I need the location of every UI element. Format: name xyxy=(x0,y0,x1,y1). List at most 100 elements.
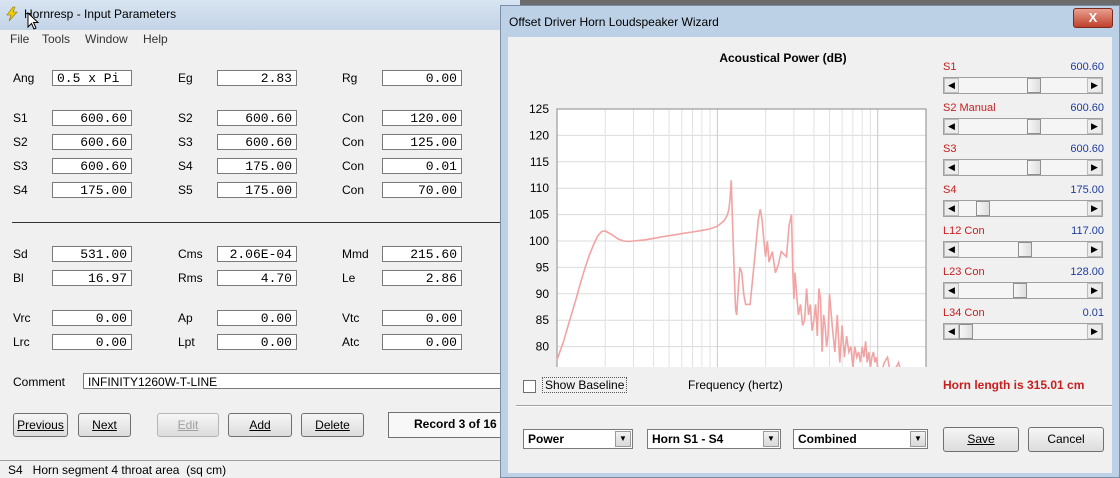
chart-title: Acoustical Power (dB) xyxy=(719,51,847,65)
param-field[interactable]: 0.5 x Pi xyxy=(52,70,132,86)
slider-thumb[interactable] xyxy=(1012,283,1027,298)
param-field[interactable]: 600.60 xyxy=(52,158,132,174)
chevron-left-icon[interactable]: ◀ xyxy=(944,119,959,134)
y-tick-label: 95 xyxy=(536,260,550,274)
show-baseline-label[interactable]: Show Baseline xyxy=(542,377,628,393)
chevron-left-icon[interactable]: ◀ xyxy=(944,201,959,216)
next-button[interactable]: Next xyxy=(78,413,131,437)
chevron-right-icon[interactable]: ▶ xyxy=(1087,119,1102,134)
record-text: Record 3 of 16 xyxy=(414,417,497,431)
slider-thumb[interactable] xyxy=(1027,119,1042,134)
comment-field[interactable]: INFINITY1260W-T-LINE xyxy=(83,373,520,389)
save-button-label: Save xyxy=(967,432,995,446)
chevron-right-icon[interactable]: ▶ xyxy=(1087,160,1102,175)
edit-button[interactable]: Edit xyxy=(157,413,219,437)
param-field[interactable]: 175.00 xyxy=(217,182,297,198)
param-field[interactable]: 600.60 xyxy=(52,110,132,126)
hornresp-titlebar[interactable]: Hornresp - Input Parameters xyxy=(0,0,520,31)
param-field[interactable]: 16.97 xyxy=(52,270,132,286)
segment-select[interactable]: Horn S1 - S4 ▼ xyxy=(647,429,781,449)
chevron-right-icon[interactable]: ▶ xyxy=(1087,283,1102,298)
param-label: Lpt xyxy=(178,335,195,349)
chevron-right-icon[interactable]: ▶ xyxy=(1087,201,1102,216)
param-field[interactable]: 2.06E-04 xyxy=(217,246,297,262)
slider-label: L34 Con xyxy=(943,307,985,319)
parameter-slider[interactable]: ◀ ▶ xyxy=(943,282,1103,299)
param-label: Vrc xyxy=(13,311,31,325)
param-label: Bl xyxy=(13,271,24,285)
close-button[interactable]: X xyxy=(1073,8,1113,28)
param-field[interactable]: 600.60 xyxy=(52,134,132,150)
chevron-down-icon[interactable]: ▼ xyxy=(615,431,631,447)
slider-thumb[interactable] xyxy=(959,324,973,339)
chevron-left-icon[interactable]: ◀ xyxy=(944,242,959,257)
param-field[interactable]: 175.00 xyxy=(217,158,297,174)
param-field[interactable]: 215.60 xyxy=(382,246,462,262)
cancel-button[interactable]: Cancel xyxy=(1028,427,1104,452)
previous-button[interactable]: Previous xyxy=(13,413,68,437)
menu-tools[interactable]: Tools xyxy=(42,32,70,46)
chevron-left-icon[interactable]: ◀ xyxy=(944,283,959,298)
param-field[interactable]: 125.00 xyxy=(382,134,462,150)
param-field[interactable]: 0.00 xyxy=(217,310,297,326)
chevron-right-icon[interactable]: ▶ xyxy=(1087,324,1102,339)
mode-select[interactable]: Combined ▼ xyxy=(793,429,928,449)
delete-button[interactable]: Delete xyxy=(301,413,364,437)
param-label: S3 xyxy=(178,135,193,149)
param-label: Sd xyxy=(13,247,28,261)
parameter-slider[interactable]: ◀ ▶ xyxy=(943,77,1103,94)
parameter-slider[interactable]: ◀ ▶ xyxy=(943,200,1103,217)
slider-thumb[interactable] xyxy=(1018,242,1033,257)
menu-help[interactable]: Help xyxy=(143,32,168,46)
param-field[interactable]: 175.00 xyxy=(52,182,132,198)
param-field[interactable]: 0.00 xyxy=(382,310,462,326)
param-field[interactable]: 600.60 xyxy=(217,110,297,126)
menu-window[interactable]: Window xyxy=(85,32,128,46)
parameter-slider[interactable]: ◀ ▶ xyxy=(943,241,1103,258)
chevron-down-icon[interactable]: ▼ xyxy=(763,431,779,447)
param-field[interactable]: 531.00 xyxy=(52,246,132,262)
add-button[interactable]: Add xyxy=(228,413,292,437)
menu-file[interactable]: File xyxy=(10,32,29,46)
parameter-slider[interactable]: ◀ ▶ xyxy=(943,118,1103,135)
chevron-right-icon[interactable]: ▶ xyxy=(1087,78,1102,93)
parameter-slider[interactable]: ◀ ▶ xyxy=(943,159,1103,176)
param-field[interactable]: 2.86 xyxy=(382,270,462,286)
save-button[interactable]: Save xyxy=(943,427,1019,452)
parameter-slider[interactable]: ◀ ▶ xyxy=(943,323,1103,340)
slider-thumb[interactable] xyxy=(1027,78,1042,93)
chevron-right-icon[interactable]: ▶ xyxy=(1087,242,1102,257)
hornresp-title: Hornresp - Input Parameters xyxy=(24,7,177,21)
show-baseline-checkbox[interactable] xyxy=(523,380,536,393)
param-field[interactable]: 0.00 xyxy=(382,70,462,86)
param-field[interactable]: 70.00 xyxy=(382,182,462,198)
param-field[interactable]: 0.00 xyxy=(382,334,462,350)
param-field[interactable]: 600.60 xyxy=(217,134,297,150)
y-axis-ticks: 75 80 85 90 95 100 105 110 115 120 125 xyxy=(529,102,549,367)
y-tick-label: 115 xyxy=(530,155,549,169)
chevron-left-icon[interactable]: ◀ xyxy=(944,78,959,93)
slider-value: 175.00 xyxy=(1070,184,1104,196)
param-field[interactable]: 0.00 xyxy=(52,334,132,350)
cancel-button-label: Cancel xyxy=(1047,432,1085,446)
slider-thumb[interactable] xyxy=(976,201,991,216)
param-label: Con xyxy=(342,183,365,197)
param-field[interactable]: 0.01 xyxy=(382,158,462,174)
chevron-left-icon[interactable]: ◀ xyxy=(944,324,959,339)
param-field[interactable]: 120.00 xyxy=(382,110,462,126)
chart-grid xyxy=(556,108,927,367)
slider-thumb[interactable] xyxy=(1027,160,1042,175)
horn-length-text: Horn length is 315.01 cm xyxy=(943,378,1085,392)
chevron-left-icon[interactable]: ◀ xyxy=(944,160,959,175)
y-tick-label: 85 xyxy=(536,313,550,327)
param-field[interactable]: 4.70 xyxy=(217,270,297,286)
param-field[interactable]: 0.00 xyxy=(217,334,297,350)
chevron-down-icon[interactable]: ▼ xyxy=(910,431,926,447)
param-field[interactable]: 0.00 xyxy=(52,310,132,326)
param-field[interactable]: 2.83 xyxy=(217,70,297,86)
slider-label: L23 Con xyxy=(943,266,985,278)
output-select[interactable]: Power ▼ xyxy=(523,429,633,449)
param-label: Con xyxy=(342,159,365,173)
y-tick-label: 120 xyxy=(529,128,549,142)
param-label: Cms xyxy=(178,247,203,261)
